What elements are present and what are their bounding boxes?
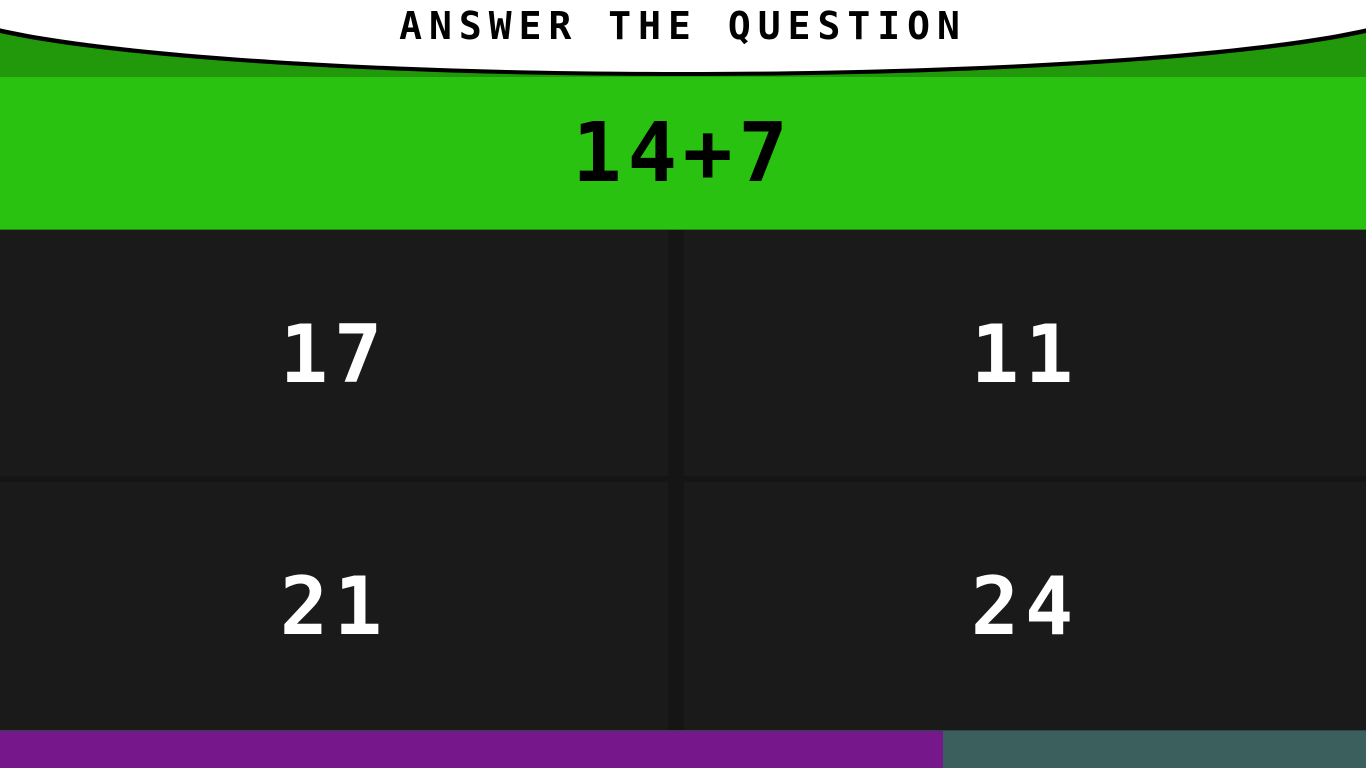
answer-button-1[interactable]: 17 [0, 230, 668, 476]
question-panel: 14+7 [0, 77, 1366, 230]
game-screen: ANSWER THE QUESTION 14+7 17 11 21 24 [0, 0, 1366, 768]
answer-label: 17 [279, 308, 389, 401]
answer-button-4[interactable]: 24 [684, 482, 1366, 730]
timer-fill [0, 731, 943, 768]
answer-label: 21 [279, 560, 389, 653]
answer-button-2[interactable]: 11 [684, 230, 1366, 476]
header-title: ANSWER THE QUESTION [399, 4, 967, 48]
question-text: 14+7 [572, 106, 794, 201]
header-banner: ANSWER THE QUESTION [0, 0, 1366, 77]
answer-label: 11 [970, 308, 1080, 401]
answer-button-3[interactable]: 21 [0, 482, 668, 730]
timer-bar [0, 730, 1366, 768]
answer-grid: 17 11 21 24 [0, 230, 1366, 730]
answer-label: 24 [970, 560, 1080, 653]
